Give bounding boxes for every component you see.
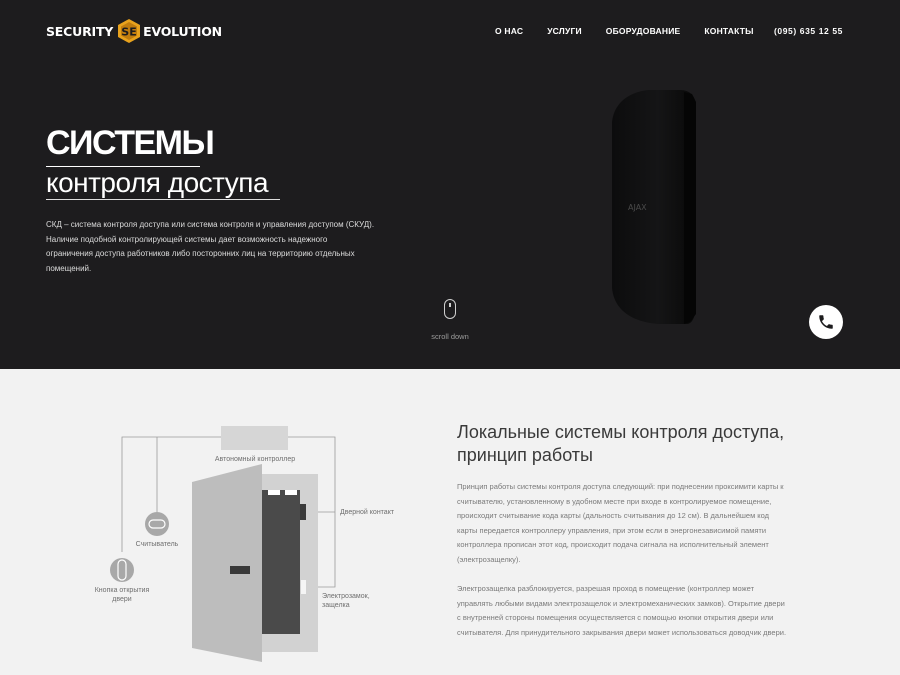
- hero-subtitle-underline: [46, 199, 280, 200]
- logo-text-left: SECURITY: [46, 23, 114, 39]
- nav-item-about[interactable]: О НАС: [495, 26, 523, 36]
- nav-item-equipment[interactable]: ОБОРУДОВАНИЕ: [606, 26, 681, 36]
- ajax-hub-device-image: AJAX: [612, 90, 696, 324]
- section-paragraph-1: Принцип работы системы контроля доступа …: [457, 482, 784, 564]
- access-control-diagram: Автономный контроллер Считыватель Кнопка…: [95, 426, 395, 662]
- controller-box: [221, 426, 288, 450]
- main-nav: О НАС УСЛУГИ ОБОРУДОВАНИЕ КОНТАКТЫ: [495, 26, 778, 36]
- label-lock-line1: Электрозамок,: [322, 593, 370, 600]
- phone-icon: [819, 315, 833, 329]
- nav-item-services[interactable]: УСЛУГИ: [547, 26, 582, 36]
- door-leaf: [192, 464, 262, 662]
- scroll-down-button[interactable]: scroll down: [424, 299, 476, 341]
- header-phone[interactable]: (095) 635 12 55: [774, 26, 843, 36]
- hero-description: СКД – система контроля доступа или систе…: [46, 220, 375, 273]
- lock-icon: [301, 580, 306, 594]
- exit-button-icon: [110, 558, 134, 582]
- label-lock-line2: защелка: [322, 602, 350, 609]
- section-title: Локальные системы контроля доступа, прин…: [457, 422, 785, 465]
- hero-subtitle: контроля доступа: [46, 167, 269, 198]
- hero-section: SECURITY SE EVOLUTION О НАС УСЛУГИ ОБОРУ…: [0, 0, 900, 369]
- door-contact-icon: [300, 504, 306, 520]
- door-handle: [230, 566, 250, 574]
- label-controller: Автономный контроллер: [215, 455, 295, 463]
- label-exit-button-line2: двери: [112, 596, 132, 603]
- hero-title: СИСТЕМЫ: [46, 124, 215, 162]
- label-reader: Считыватель: [136, 541, 179, 548]
- label-door-contact: Дверной контакт: [340, 508, 395, 516]
- mouse-icon: [444, 299, 456, 319]
- logo-badge-icon: SE: [118, 19, 141, 43]
- call-button[interactable]: [809, 305, 843, 339]
- logo-text-right: EVOLUTION: [143, 23, 222, 39]
- label-exit-button-line1: Кнопка открытия: [95, 587, 150, 594]
- logo[interactable]: SECURITY SE EVOLUTION: [46, 18, 222, 44]
- nav-item-contacts[interactable]: КОНТАКТЫ: [704, 26, 753, 36]
- logo-badge-text: SE: [121, 26, 136, 39]
- door-opening: [262, 490, 300, 634]
- device-brand-text: AJAX: [628, 203, 647, 212]
- section-paragraph-2: Электрозащелка разблокируется, разрешая …: [457, 584, 787, 637]
- scroll-down-label: scroll down: [431, 332, 469, 341]
